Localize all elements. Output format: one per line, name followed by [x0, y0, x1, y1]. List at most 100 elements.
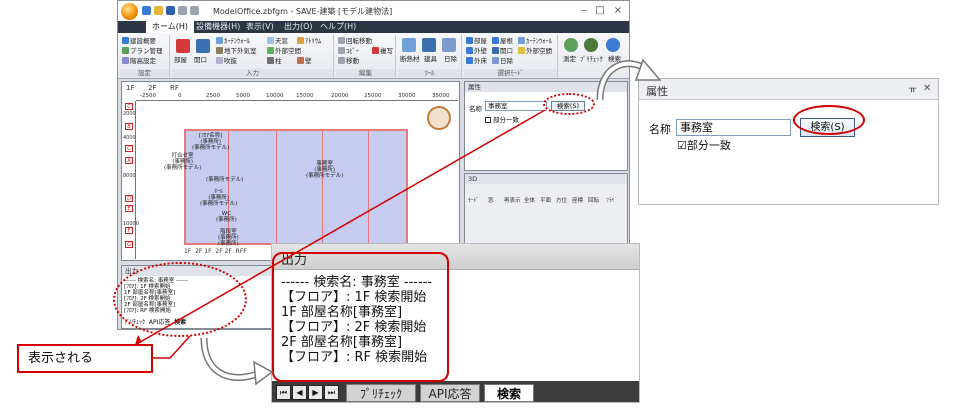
opening-select-icon	[492, 47, 499, 54]
tab-api-response[interactable]: API応答	[420, 384, 480, 402]
tab-view[interactable]: 表示(V)	[240, 21, 280, 33]
void-button[interactable]: 吹抜	[216, 57, 237, 65]
tab-output[interactable]: 出力(O)	[278, 21, 319, 33]
name-field[interactable]: 事務室	[485, 101, 547, 111]
3d-tool[interactable]: 再表示	[504, 196, 521, 204]
room-label[interactable]: 階段室 (事務所) (事務所)	[218, 229, 239, 247]
redo-icon[interactable]	[190, 6, 199, 15]
select-roof-button[interactable]: 屋根	[492, 37, 513, 45]
plan-manage-button[interactable]: プラン管理	[122, 47, 163, 55]
partial-match-checkbox[interactable]: 部分一致	[485, 114, 519, 124]
pin-icon[interactable]: ᚂ	[909, 83, 916, 94]
undo-icon[interactable]	[178, 6, 187, 15]
search-icon[interactable]	[606, 38, 620, 52]
curtain-wall-button[interactable]: ｶｰﾃﾝｳｫｰﾙ	[216, 37, 250, 45]
plan-tab[interactable]: RFF	[236, 248, 247, 255]
last-tab-icon[interactable]: ⏭	[324, 385, 339, 400]
search-button[interactable]: 検索	[608, 55, 621, 63]
select-outdoor-space-button[interactable]: 外部空間	[518, 47, 552, 55]
sunshade-button[interactable]: 日除	[444, 55, 457, 63]
opening-button-label[interactable]: 開口	[194, 56, 207, 64]
maximize-button[interactable]: □	[593, 4, 607, 18]
3d-tool[interactable]: ﾓｰﾄﾞ	[468, 196, 479, 204]
compass-icon[interactable]	[427, 106, 451, 130]
3d-tool[interactable]: 窓	[488, 196, 494, 204]
room-label[interactable]: 打合せ室 (事務所) (事務所モデル)	[164, 153, 201, 171]
select-curtain-wall-button[interactable]: ｶｰﾃﾝｳｫｰﾙ	[518, 37, 552, 45]
new-file-icon[interactable]	[142, 6, 151, 15]
wall-icon	[297, 57, 304, 64]
3d-tool[interactable]: ﾌﾗｲ	[606, 196, 614, 204]
ruler-tick: 35000	[432, 93, 450, 99]
floor-height-button[interactable]: 階高設定	[122, 57, 156, 65]
insulation-button[interactable]: 断熱材	[400, 55, 420, 63]
select-room-button[interactable]: 部屋	[466, 37, 487, 45]
tab-precheck[interactable]: ﾌﾟﾘﾁｪｯｸ	[346, 384, 416, 402]
next-tab-icon[interactable]: ▶	[308, 385, 323, 400]
tab-equipment[interactable]: 設備機器(H)	[190, 21, 246, 33]
precheck-icon[interactable]	[584, 38, 598, 52]
close-icon[interactable]: ✕	[923, 83, 931, 94]
wall-button[interactable]: 壁	[297, 57, 312, 65]
3d-tool[interactable]: 全体	[524, 196, 535, 204]
copy-button[interactable]: ｺﾋﾟｰ	[338, 47, 359, 55]
ruler-tick: 10000	[266, 93, 284, 99]
plan-tab[interactable]: 1F	[184, 248, 191, 255]
drawing-canvas[interactable]: 1F 2F RF -2500 0 2500 5000 10000 15000 2…	[121, 81, 460, 261]
floor-tab-2f[interactable]: 2F	[148, 84, 156, 92]
rotate-move-button[interactable]: 回転移動	[338, 37, 372, 45]
fitting-button[interactable]: 建具	[424, 55, 437, 63]
app-menu-icon[interactable]	[121, 3, 138, 20]
room-label[interactable]: 事務室 (事務所) (事務所モデル)	[306, 161, 343, 179]
precheck-button[interactable]: ﾌﾟﾘﾁｪｯｸ	[580, 55, 603, 63]
atrium-button[interactable]: ｱﾄﾘｳﾑ	[297, 37, 321, 45]
tab-help[interactable]: ヘルプ(H)	[314, 21, 362, 33]
close-button[interactable]: ×	[611, 4, 625, 18]
room-label[interactable]: ﾎｰﾙ (事務所) (事務所モデル)	[200, 189, 237, 207]
tab-search[interactable]: 検索	[484, 384, 534, 402]
floor-plan[interactable]: [ﾌﾛｱ名称] (事務所) (事務所モデル) 打合せ室 (事務所) (事務所モデ…	[164, 129, 408, 247]
room-icon[interactable]	[176, 39, 190, 53]
vertical-ruler: 2000 4000 8000 10000 C B C A D E F G	[122, 101, 139, 259]
partial-match-checkbox[interactable]: ☑部分一致	[677, 137, 731, 153]
room-label[interactable]: (事務所モデル)	[206, 177, 243, 183]
minimize-button[interactable]: –	[577, 4, 591, 18]
open-folder-icon[interactable]	[154, 6, 163, 15]
select-outer-floor-button[interactable]: 外床	[466, 57, 487, 65]
tab-home[interactable]: ホーム(H)	[146, 21, 195, 33]
3d-tool[interactable]: 回転	[588, 196, 599, 204]
room-button-label[interactable]: 部屋	[174, 56, 187, 64]
plan-icon	[122, 47, 129, 54]
move-button[interactable]: 移動	[338, 57, 359, 65]
outdoor-space-button[interactable]: 外部空間	[267, 47, 301, 55]
measure-button[interactable]: 測定	[563, 55, 576, 63]
3d-tool[interactable]: 座標	[572, 196, 583, 204]
insulation-icon[interactable]	[402, 38, 416, 52]
room-label[interactable]: [ﾌﾛｱ名称] (事務所) (事務所モデル)	[192, 133, 229, 151]
measure-icon[interactable]	[564, 38, 578, 52]
floor-tab-1f[interactable]: 1F	[126, 84, 134, 92]
first-tab-icon[interactable]: ⏮	[276, 385, 291, 400]
previous-tab-icon[interactable]: ◀	[292, 385, 307, 400]
plan-tab[interactable]: 2F 1F	[195, 248, 211, 255]
save-icon[interactable]	[166, 6, 175, 15]
ribbon: 建設概要 プラン管理 階高設定 設定 部屋 開口 ｶｰﾃﾝｳｫｰﾙ 天窓 ｱﾄﾘ…	[118, 33, 629, 79]
building-overview-button[interactable]: 建設概要	[122, 37, 156, 45]
checkbox-icon	[485, 117, 491, 123]
select-sunshade-button[interactable]: 日除	[492, 57, 513, 65]
select-opening-button[interactable]: 開口	[492, 47, 513, 55]
skylight-button[interactable]: 天窓	[267, 37, 288, 45]
room-label[interactable]: WC (事務所)	[216, 211, 237, 223]
opening-icon[interactable]	[196, 39, 210, 53]
floor-tab-rf[interactable]: RF	[170, 84, 179, 92]
fitting-icon[interactable]	[422, 38, 436, 52]
underground-room-button[interactable]: 地下外気室	[216, 47, 257, 55]
column-button[interactable]: 柱	[267, 57, 282, 65]
duplicate-button[interactable]: 複写	[372, 47, 393, 55]
name-input[interactable]: 事務室	[676, 119, 791, 136]
plan-tab[interactable]: 2F 2F	[215, 248, 231, 255]
3d-tool[interactable]: 方位	[556, 196, 567, 204]
3d-tool[interactable]: 平面	[540, 196, 551, 204]
select-outer-wall-button[interactable]: 外壁	[466, 47, 487, 55]
sunshade-icon[interactable]	[442, 38, 456, 52]
